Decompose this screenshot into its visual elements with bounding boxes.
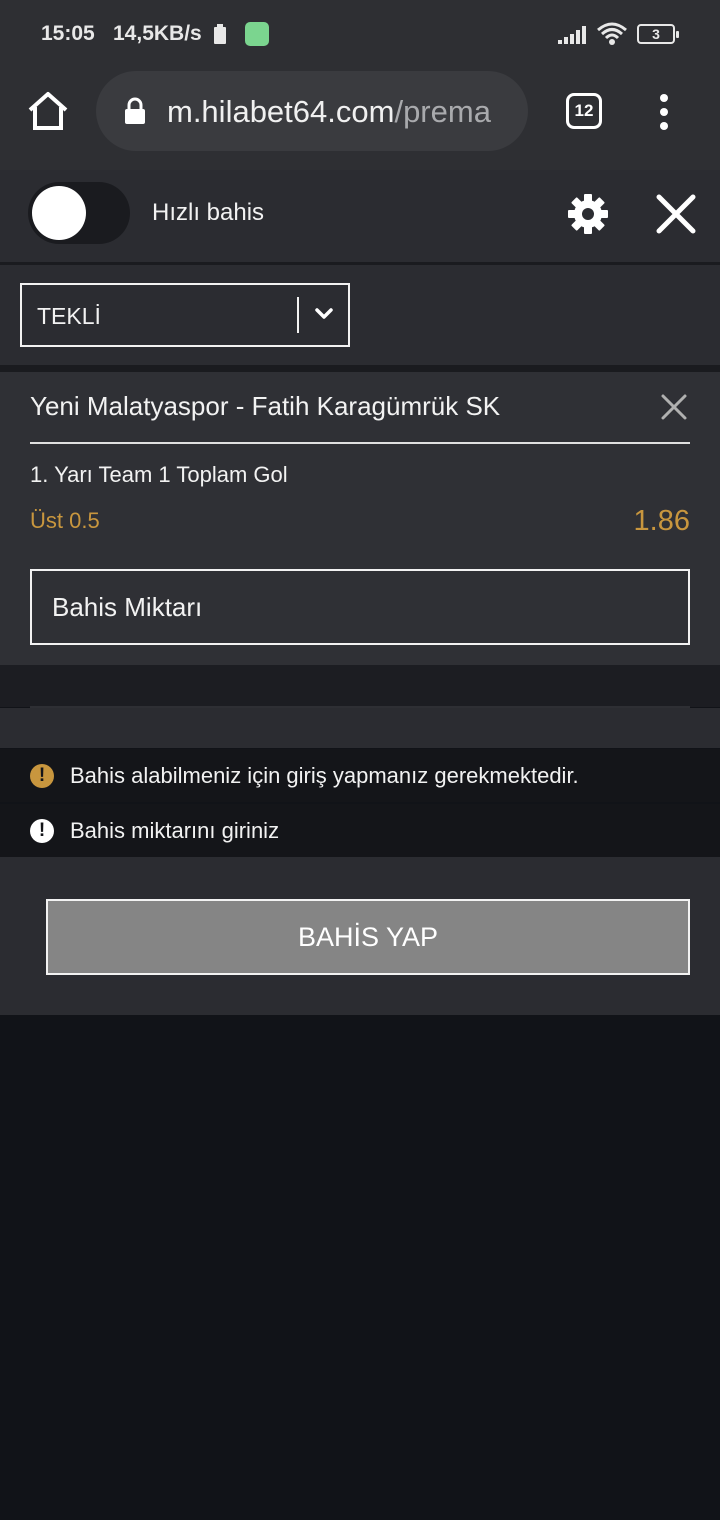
spacer — [0, 665, 720, 707]
battery-saver-icon — [214, 24, 226, 44]
place-bet-button[interactable]: BAHİS YAP — [46, 899, 690, 975]
quick-bet-label: Hızlı bahis — [152, 199, 265, 226]
gear-icon[interactable] — [567, 193, 609, 235]
market-name: 1. Yarı Team 1 Toplam Gol — [30, 462, 288, 487]
close-icon[interactable] — [654, 192, 698, 236]
url-domain: m.hilabet64.com — [167, 94, 395, 129]
more-menu-icon[interactable] — [654, 94, 674, 130]
status-net-speed: 14,5KB/s — [113, 22, 202, 45]
battery-level: 3 — [652, 26, 660, 42]
stake-input[interactable] — [30, 569, 690, 645]
alert-icon: ! — [30, 819, 54, 843]
tab-count: 12 — [574, 101, 594, 120]
divider — [30, 442, 690, 444]
lock-icon — [125, 97, 145, 124]
quick-bet-toggle[interactable] — [28, 182, 130, 244]
status-time: 15:05 — [41, 22, 95, 45]
url-path: /prema — [394, 94, 491, 129]
chevron-down-icon — [315, 308, 333, 319]
divider — [0, 365, 720, 372]
login-warning-message: ! Bahis alabilmeniz için giriş yapmanız … — [0, 749, 720, 802]
bet-type-value: TEKLİ — [37, 303, 101, 329]
message-text: Bahis miktarını giriniz — [70, 818, 280, 843]
battery-icon: 3 — [637, 24, 679, 44]
url-text[interactable]: m.hilabet64.com/prema — [167, 94, 512, 130]
match-title: Yeni Malatyaspor - Fatih Karagümrük SK — [30, 391, 501, 421]
warning-icon: ! — [30, 764, 54, 788]
spacer — [0, 708, 720, 748]
home-icon[interactable] — [25, 88, 71, 134]
stake-required-message: ! Bahis miktarını giriniz — [0, 804, 720, 857]
bet-type-select[interactable]: TEKLİ — [20, 283, 350, 347]
message-text: Bahis alabilmeniz için giriş yapmanız ge… — [70, 763, 579, 788]
wifi-icon — [597, 22, 627, 45]
selection-name: Üst 0.5 — [30, 508, 100, 533]
remove-bet-icon[interactable] — [660, 393, 688, 421]
app-notification-icon — [245, 22, 269, 46]
cell-signal-icon — [558, 26, 586, 44]
odds-value: 1.86 — [633, 505, 690, 537]
tab-switcher-button[interactable]: 12 — [566, 93, 602, 129]
